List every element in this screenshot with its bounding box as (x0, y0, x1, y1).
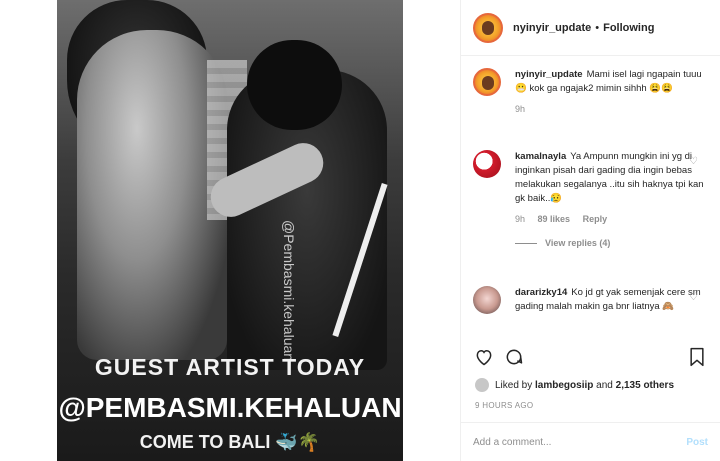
comment-icon[interactable] (503, 346, 525, 368)
header-separator: • (595, 21, 600, 34)
reply-button[interactable]: Reply (583, 214, 608, 224)
comment-time[interactable]: 9h (515, 104, 525, 114)
avatar[interactable] (473, 150, 501, 178)
photo-subject-right-hair (247, 40, 342, 130)
comment-text-block: kamalnayla Ya Ampunn mungkin ini yg di in… (515, 150, 708, 206)
post-image[interactable]: @Pembasmi.kehaluan GUEST ARTIST TODAY @P… (57, 0, 403, 461)
likes-prefix: Liked by (495, 379, 533, 391)
likes-user[interactable]: lambegosiip (535, 380, 593, 391)
comment-meta: 9h 89 likes Reply (515, 214, 708, 224)
add-comment-bar: Post (461, 422, 720, 461)
avatar[interactable] (473, 286, 501, 314)
post-side-panel: nyinyir_update • Following nyinyir_updat… (460, 0, 720, 461)
header-username[interactable]: nyinyir_update (513, 22, 591, 34)
likes-others[interactable]: 2,135 others (616, 380, 674, 391)
avatar[interactable] (475, 378, 489, 392)
image-caption-line-2: @PEMBASMI.KEHALUAN (58, 392, 402, 423)
comment-like-icon[interactable]: ♡ (689, 156, 698, 167)
comment-time[interactable]: 9h (515, 214, 525, 224)
post-timestamp[interactable]: 9 HOURS AGO (475, 401, 533, 410)
post-media[interactable]: @Pembasmi.kehaluan GUEST ARTIST TODAY @P… (0, 0, 460, 461)
list-item: dararizky14 Ko jd gt yak semenjak cere sm… (473, 286, 708, 314)
comment-text-block: dararizky14 Ko jd gt yak semenjak cere sm… (515, 286, 708, 314)
avatar[interactable] (473, 12, 503, 43)
photo-subject-left (77, 30, 227, 360)
view-replies-label: View replies (4) (545, 238, 611, 248)
bookmark-icon[interactable] (686, 346, 708, 368)
comment-username[interactable]: nyinyir_update (515, 69, 583, 80)
likes-summary[interactable]: Liked by lambegosiip and 2,135 others (475, 378, 674, 392)
view-replies-button[interactable]: View replies (4) (515, 238, 708, 248)
list-item: kamalnayla Ya Ampunn mungkin ini yg di in… (473, 150, 708, 248)
comment-meta: 9h (515, 104, 708, 114)
comment-username[interactable]: dararizky14 (515, 287, 567, 298)
post-header: nyinyir_update • Following (461, 0, 720, 56)
comment-text-block: nyinyir_update Mami isel lagi ngapain tuu… (515, 68, 708, 96)
avatar[interactable] (473, 68, 501, 96)
comment-like-icon[interactable]: ♡ (689, 292, 698, 303)
image-caption-line-1: GUEST ARTIST TODAY (94, 354, 366, 380)
image-watermark: @Pembasmi.kehaluan (281, 220, 297, 362)
post-actions (473, 343, 708, 371)
comments-list[interactable]: nyinyir_update Mami isel lagi ngapain tuu… (461, 56, 720, 340)
divider (515, 242, 537, 244)
post-button[interactable]: Post (686, 437, 708, 448)
comment-input[interactable] (473, 436, 687, 448)
comment-username[interactable]: kamalnayla (515, 151, 566, 162)
image-caption-line-3: COME TO BALI 🐳🌴 (139, 432, 321, 452)
likes-and: and (596, 379, 613, 391)
list-item: nyinyir_update Mami isel lagi ngapain tuu… (473, 68, 708, 114)
following-button[interactable]: Following (603, 22, 654, 34)
comment-likes[interactable]: 89 likes (538, 214, 571, 224)
heart-icon[interactable] (473, 346, 495, 368)
